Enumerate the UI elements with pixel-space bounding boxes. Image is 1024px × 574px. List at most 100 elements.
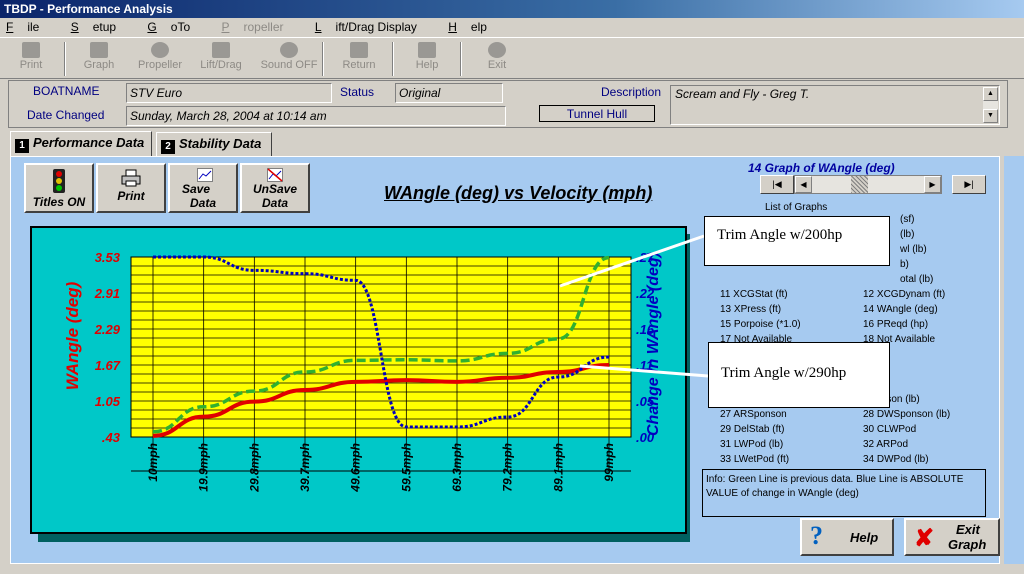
graph-list-item[interactable]: b) <box>900 259 909 273</box>
print-graph-button[interactable]: Print <box>96 163 166 213</box>
performance-chart: 10mph 19.9mph 29.8mph 39.7mph 49.6mph 59.5mph… <box>30 226 690 542</box>
red-x-icon: ✘ <box>914 525 935 552</box>
scroll-down-arrow-icon[interactable]: ▼ <box>983 109 998 123</box>
graph-list-item[interactable]: 29 DelStab (ft) <box>720 424 784 438</box>
titles-on-button[interactable]: Titles ON <box>24 163 94 213</box>
y-tick-label: 2.29 <box>94 322 121 337</box>
toolbar-propeller-button[interactable]: Propeller <box>131 41 189 77</box>
scroll-right-arrow-icon[interactable]: ▶ <box>924 176 941 193</box>
status-label: Status <box>340 85 375 99</box>
exit-label: Exit <box>956 522 980 537</box>
last-graph-button[interactable]: ▶| <box>952 175 986 194</box>
toolbar-separator <box>64 42 66 76</box>
toolbar-exit-button[interactable]: Exit <box>468 41 526 77</box>
right-edge-strip <box>1004 156 1024 564</box>
graph-list-item[interactable]: 13 XPress (ft) <box>720 304 781 318</box>
y-tick-label: 1.67 <box>95 358 121 373</box>
toolbar-lift-drag-button[interactable]: Lift/Drag <box>192 41 250 77</box>
toolbar-sound-button[interactable]: Sound OFF <box>260 41 318 77</box>
x-tick-label: 89.1mph <box>551 443 565 492</box>
window-title: TBDP - Performance Analysis <box>4 2 173 16</box>
save-data-button[interactable]: Save Data <box>168 163 238 213</box>
graph-list-header: List of Graphs <box>765 202 828 213</box>
scroll-up-arrow-icon[interactable]: ▲ <box>983 87 998 101</box>
boatname-field[interactable]: STV Euro <box>126 83 332 103</box>
first-graph-button[interactable]: |◀ <box>760 175 794 194</box>
menu-file[interactable]: File <box>2 20 53 34</box>
print-label: Print <box>117 189 145 203</box>
graph-scrollbar[interactable]: ◀ ▶ <box>794 175 942 194</box>
graph-list-item[interactable]: (lb) <box>900 229 914 243</box>
unsave-data-button[interactable]: UnSave Data <box>240 163 310 213</box>
help-label: Help <box>850 530 879 545</box>
graph-label: Graph <box>948 537 987 552</box>
callout-200hp: Trim Angle w/200hp <box>704 216 890 266</box>
menu-help[interactable]: Help <box>444 20 501 34</box>
propeller-icon <box>151 42 169 58</box>
menu-propeller: Propeller <box>221 20 284 34</box>
x-tick-label: 29.8mph <box>247 443 261 493</box>
tab-label: Performance Data <box>33 135 145 150</box>
description-text: Scream and Fly - Greg T. <box>675 87 810 101</box>
printer-icon <box>22 42 40 58</box>
graph-list-item[interactable]: otal (lb) <box>900 274 933 288</box>
graph-list-item[interactable]: 16 PReqd (hp) <box>863 319 928 333</box>
graph-icon <box>90 42 108 58</box>
graph-list-item[interactable]: 32 ARPod <box>863 439 908 453</box>
graph-list-item[interactable]: 34 DWPod (lb) <box>863 454 929 468</box>
graph-list-item[interactable]: 28 DWSponson (lb) <box>863 409 950 423</box>
y-axis-label: WAngle (deg) <box>63 281 82 390</box>
toolbar: Print Graph Propeller Lift/Drag Sound OF… <box>0 37 1024 79</box>
menu-goto[interactable]: GoTo <box>143 20 204 34</box>
question-mark-icon: ? <box>810 521 823 550</box>
description-label: Description <box>601 85 662 99</box>
x-tick-label: 49.6mph <box>349 443 363 493</box>
description-scrollbar[interactable]: ▲ ▼ <box>983 87 998 123</box>
menu-lift-drag-display[interactable]: Lift/Drag Display <box>311 20 431 34</box>
graph-list-item[interactable]: 14 WAngle (deg) <box>863 304 938 318</box>
toolbar-print-button[interactable]: Print <box>2 41 60 77</box>
titles-on-label: Titles ON <box>32 195 86 209</box>
graph-unsave-icon <box>267 168 283 182</box>
exit-graph-button[interactable]: ✘ Exit Graph <box>904 518 1000 556</box>
scroll-thumb[interactable] <box>851 176 868 193</box>
graph-list-item[interactable]: 12 XCGDynam (ft) <box>863 289 945 303</box>
toolbar-help-button[interactable]: Help <box>398 41 456 77</box>
graph-list-item[interactable]: 31 LWPod (lb) <box>720 439 783 453</box>
callout-290hp: Trim Angle w/290hp <box>708 342 890 408</box>
graph-list-item[interactable]: 27 ARSponson <box>720 409 787 423</box>
save-data-label: Data <box>190 196 217 210</box>
menu-bar: File Setup GoTo Propeller Lift/Drag Disp… <box>0 18 1024 37</box>
unsave-label: UnSave <box>252 182 298 196</box>
graph-list-item[interactable]: 33 LWetPod (ft) <box>720 454 789 468</box>
x-tick-label: 19.9mph <box>197 443 211 492</box>
y-tick-label: 1.05 <box>95 394 121 409</box>
hull-type-box: Tunnel Hull <box>539 105 655 122</box>
unsave-data-label: Data <box>261 196 288 210</box>
graph-list-item[interactable]: 30 CLWPod <box>863 424 916 438</box>
lift-drag-icon <box>212 42 230 58</box>
x-tick-label: 69.3mph <box>450 443 464 492</box>
help-book-icon <box>418 42 436 58</box>
help-button[interactable]: ? Help <box>800 518 894 556</box>
chart-title: WAngle (deg) vs Velocity (mph) <box>384 183 653 203</box>
tab-stability-data[interactable]: 2 Stability Data <box>156 132 272 156</box>
graph-list-item[interactable]: (sf) <box>900 214 914 228</box>
tab-performance-data[interactable]: 1 Performance Data <box>10 131 152 157</box>
date-changed-label: Date Changed <box>27 108 105 122</box>
toolbar-return-button[interactable]: Return <box>330 41 388 77</box>
graph-list-item[interactable]: 11 XCGStat (ft) <box>720 289 788 303</box>
toolbar-separator <box>322 42 324 76</box>
status-field[interactable]: Original <box>395 83 503 103</box>
tab-number-badge: 1 <box>15 139 29 153</box>
graph-list-item[interactable]: wl (lb) <box>900 244 927 258</box>
graph-list-item[interactable]: 15 Porpoise (*1.0) <box>720 319 801 333</box>
toolbar-separator <box>392 42 394 76</box>
scroll-left-arrow-icon[interactable]: ◀ <box>795 176 812 193</box>
speaker-icon <box>280 42 298 58</box>
boat-info-panel: BOATNAME STV Euro Status Original Descri… <box>8 80 1008 128</box>
description-field[interactable]: Scream and Fly - Greg T. ▲ ▼ <box>670 85 1000 125</box>
printer-icon <box>121 169 141 187</box>
toolbar-graph-button[interactable]: Graph <box>70 41 128 77</box>
menu-setup[interactable]: Setup <box>67 20 130 34</box>
